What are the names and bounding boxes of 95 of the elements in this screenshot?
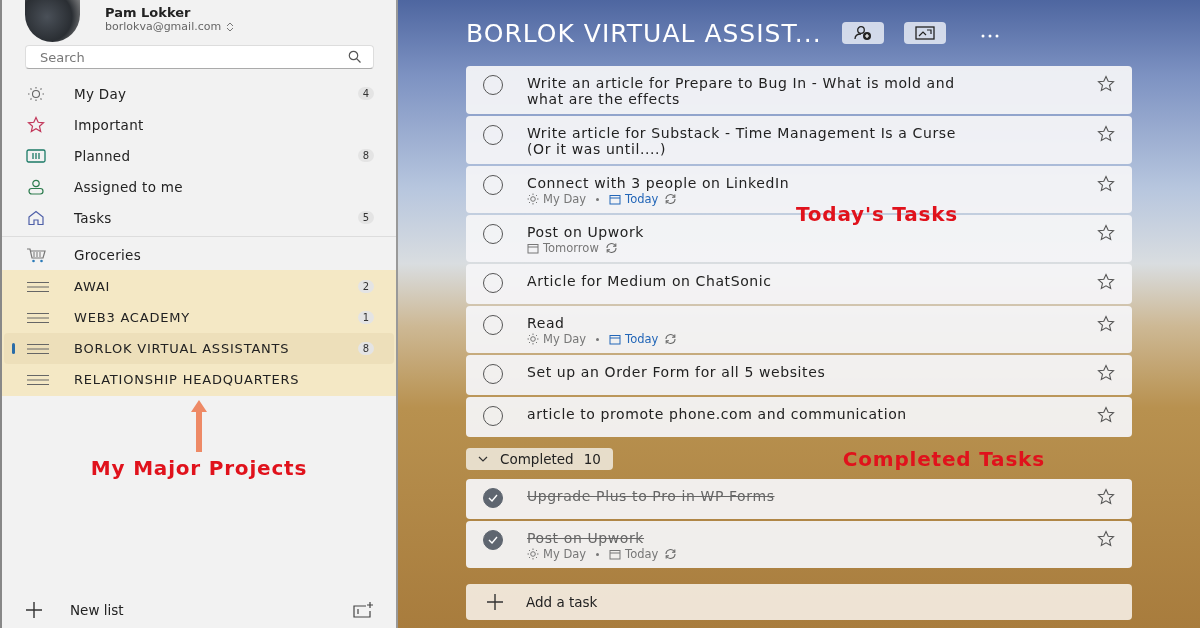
new-list-button[interactable]: New list <box>24 600 124 620</box>
task-card[interactable]: article to promote phone.com and communication <box>466 397 1132 437</box>
search-icon[interactable] <box>348 50 362 64</box>
sun-icon <box>527 193 539 205</box>
plus-icon <box>486 593 504 611</box>
completed-toggle[interactable]: Completed 10 <box>466 448 613 470</box>
calendar-grid-icon <box>26 148 46 163</box>
task-title: article to promote phone.com and communication <box>527 406 908 422</box>
checkmark-icon <box>488 494 498 502</box>
share-button[interactable] <box>841 22 884 44</box>
task-meta-text: My Day <box>543 332 587 346</box>
list-lines-icon <box>26 373 50 386</box>
task-meta-text: My Day <box>543 192 587 206</box>
project-list-item[interactable]: RELATIONSHIP HEADQUARTERS <box>4 364 394 395</box>
nav-item[interactable]: My Day 4 <box>4 78 394 109</box>
count-badge: 8 <box>357 149 374 162</box>
person-add-icon <box>852 25 873 41</box>
search-field[interactable]: Search <box>25 45 374 69</box>
new-group-icon[interactable] <box>352 601 374 619</box>
star-icon[interactable] <box>1096 315 1116 333</box>
annotation-text: Completed Tasks <box>842 447 1045 471</box>
sun-icon <box>527 333 539 345</box>
more-icon <box>979 33 1000 38</box>
star-icon[interactable] <box>1096 125 1116 143</box>
account-name: Pam Lokker <box>105 5 192 20</box>
nav-item[interactable]: Assigned to me <box>4 171 394 202</box>
task-card[interactable]: Write article for Substack - Time Management Is a Curse (Or it was until....) <box>466 116 1132 164</box>
task-title: Write an article for Prepare to Bug In - What is mold and what are the effects <box>527 75 956 107</box>
sun-icon <box>26 85 46 102</box>
task-title: Connect with 3 people on LinkedIn <box>527 175 791 191</box>
task-title: Article for Medium on ChatSonic <box>527 273 773 289</box>
arrow-up-icon <box>190 398 208 454</box>
project-list-item[interactable]: WEB3 ACADEMY 1 <box>4 302 394 333</box>
sun-icon <box>527 548 539 560</box>
task-title: Write article for Substack - Time Management Is a Curse (Or it was until....) <box>527 125 957 157</box>
background-button[interactable] <box>903 22 946 44</box>
plus-icon <box>24 600 44 620</box>
task-card[interactable]: Set up an Order Form for all 5 websites <box>466 355 1132 395</box>
list-lines-icon <box>26 342 50 355</box>
count-badge: 4 <box>357 87 374 100</box>
list-lines-icon <box>26 280 50 293</box>
nav-item[interactable]: Tasks 5 <box>4 202 394 233</box>
person-icon <box>26 178 46 195</box>
account-email: borlokva@gmail.com <box>105 20 222 33</box>
add-task-button[interactable]: Add a task <box>466 584 1132 620</box>
task-card[interactable]: Article for Medium on ChatSonic <box>466 264 1132 304</box>
nav-item[interactable]: Important <box>4 109 394 140</box>
avatar-placeholder <box>25 0 80 42</box>
list-item[interactable]: Groceries <box>4 239 394 270</box>
task-title: Read <box>527 315 566 331</box>
task-meta-text: Today <box>625 547 659 561</box>
task-checkbox[interactable] <box>483 530 503 550</box>
home-icon <box>26 209 46 226</box>
star-icon[interactable] <box>1096 406 1116 424</box>
calendar-icon <box>609 193 622 205</box>
count-badge: 8 <box>357 342 374 355</box>
task-title: Set up an Order Form for all 5 websites <box>527 364 827 380</box>
star-icon[interactable] <box>1096 75 1116 93</box>
count-badge: 5 <box>357 211 374 224</box>
task-meta-text: Today <box>625 192 659 206</box>
task-meta-text: Today <box>625 332 659 346</box>
list-lines-icon <box>26 311 50 324</box>
task-card[interactable]: Write an article for Prepare to Bug In - What is mold and what are the effects <box>466 66 1132 114</box>
task-card[interactable]: Read My Day Today <box>466 306 1132 353</box>
star-icon[interactable] <box>1096 273 1116 291</box>
task-meta-text: My Day <box>543 547 587 561</box>
task-title: Post on Upwork <box>527 224 646 240</box>
list-title: BORLOK VIRTUAL ASSIST... <box>466 18 822 48</box>
cart-icon <box>26 246 48 263</box>
task-meta-text: Tomorrow <box>543 241 599 255</box>
task-card[interactable]: Post on Upwork My Day Today <box>466 521 1132 568</box>
task-checkbox[interactable] <box>483 488 503 508</box>
nav-item[interactable]: Planned 8 <box>4 140 394 171</box>
task-card[interactable]: Upgrade Plus to Pro in WP Forms <box>466 479 1132 519</box>
star-icon <box>26 115 46 134</box>
star-icon[interactable] <box>1096 530 1116 548</box>
project-list-item[interactable]: AWAI 2 <box>4 271 394 302</box>
calendar-icon <box>527 242 539 254</box>
project-list-item[interactable]: BORLOK VIRTUAL ASSISTANTS 8 <box>4 333 394 364</box>
star-icon[interactable] <box>1096 224 1116 242</box>
star-icon[interactable] <box>1096 175 1116 193</box>
chevron-icon <box>478 456 488 462</box>
calendar-icon <box>609 548 622 560</box>
picture-icon <box>914 26 935 40</box>
count-badge: 1 <box>357 311 374 324</box>
task-title: Post on Upwork <box>527 530 646 546</box>
star-icon[interactable] <box>1096 488 1116 506</box>
calendar-icon <box>609 333 622 345</box>
task-title: Upgrade Plus to Pro in WP Forms <box>527 488 776 504</box>
checkmark-icon <box>488 536 498 544</box>
annotation-text: My Major Projects <box>90 456 308 480</box>
selection-indicator <box>12 343 15 354</box>
chevron-updown-icon[interactable] <box>226 21 235 32</box>
count-badge: 2 <box>357 280 374 293</box>
star-icon[interactable] <box>1096 364 1116 382</box>
